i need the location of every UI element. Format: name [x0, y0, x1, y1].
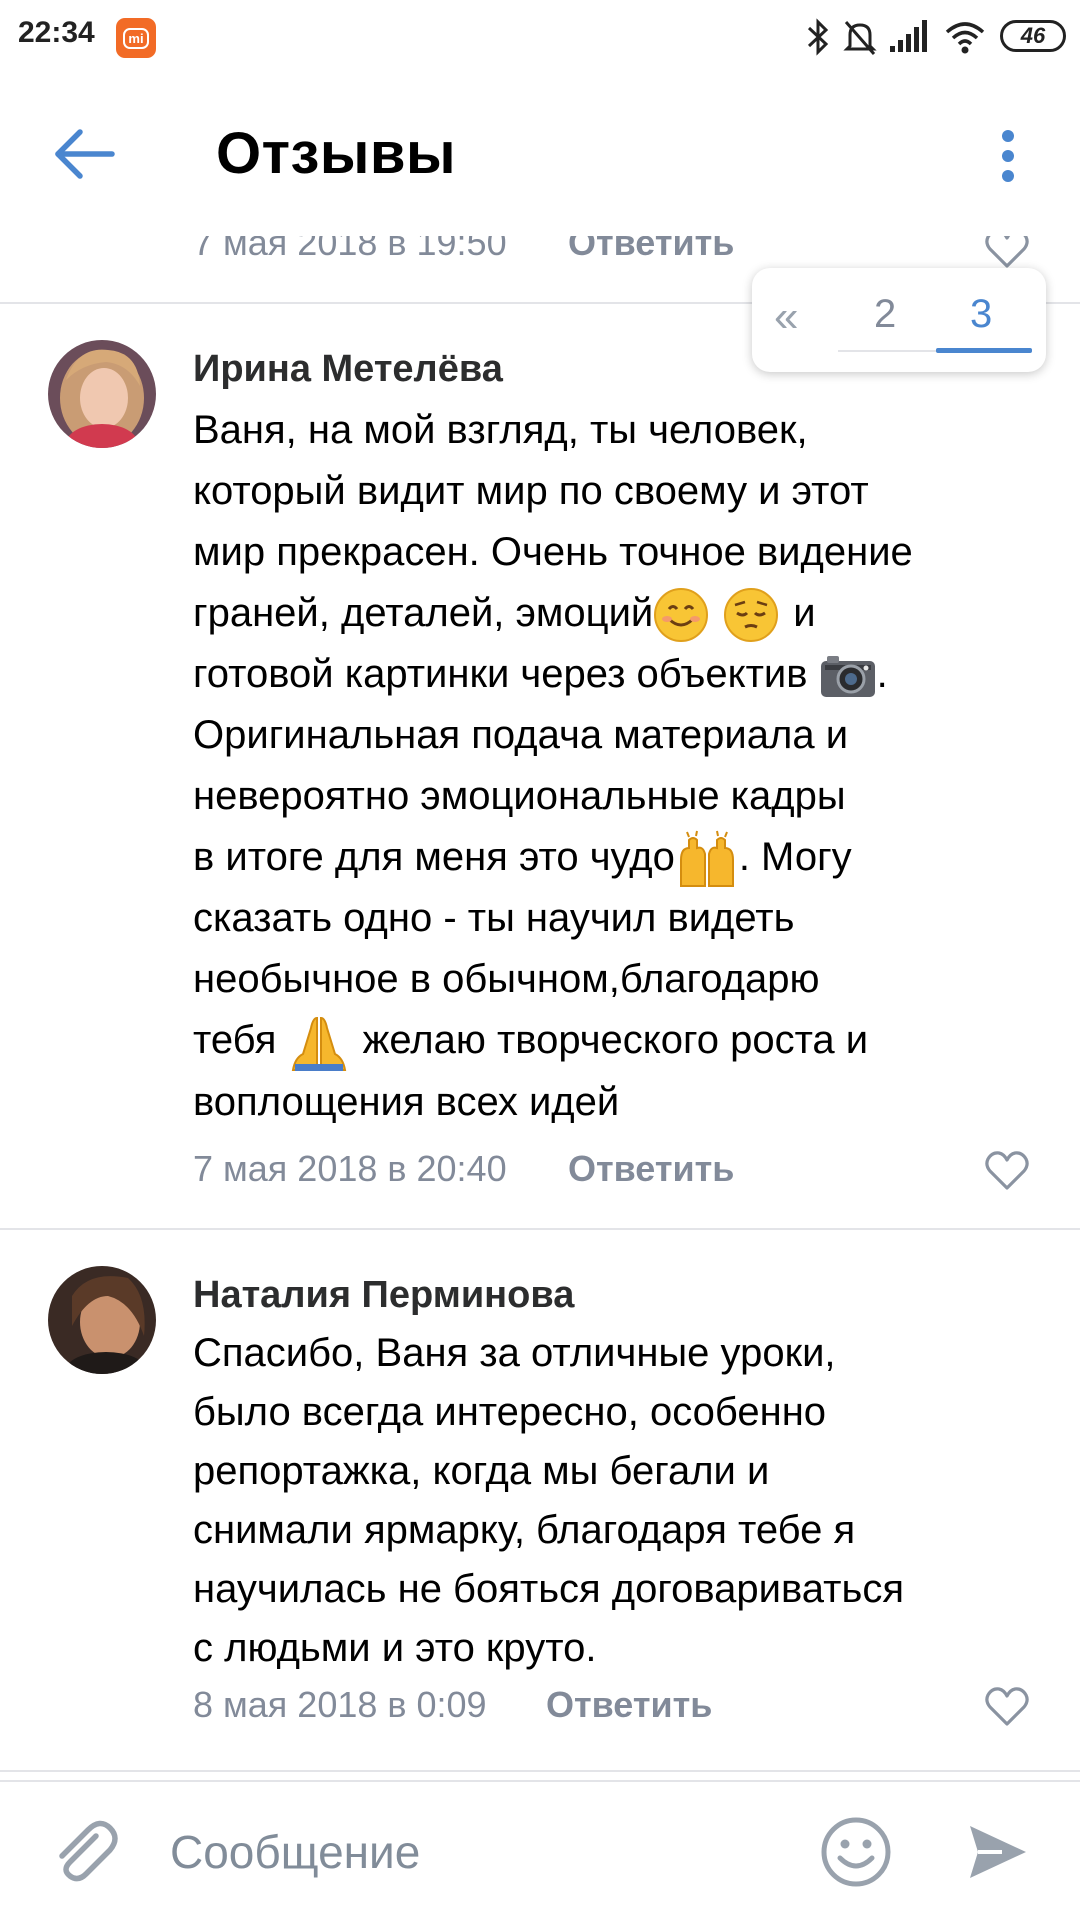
- avatar[interactable]: [48, 340, 156, 448]
- comments-pager: « 2 3: [752, 268, 1046, 372]
- comment-line: воплощения всех идей: [193, 1079, 620, 1124]
- alarm-off-icon: [843, 21, 877, 55]
- message-input[interactable]: [170, 1812, 790, 1892]
- comment-line: Спасибо, Ваня за отличные уроки,: [193, 1331, 836, 1375]
- pager-page-2[interactable]: 2: [874, 292, 896, 337]
- comment-line: Ваня, на мой взгляд, ты человек,: [193, 408, 808, 452]
- comment-line: мир прекрасен. Очень точное видение: [193, 530, 913, 574]
- like-heart-icon[interactable]: [984, 1150, 1030, 1192]
- comment-line: граней, деталей, эмоций: [193, 591, 654, 635]
- reply-button[interactable]: Ответить: [568, 1148, 734, 1190]
- pager-first-button[interactable]: «: [774, 292, 798, 342]
- comment-line: необычное в обычном,благодарю: [193, 957, 820, 1002]
- comment-fragment: . Могу: [738, 835, 852, 879]
- smiley-icon[interactable]: [820, 1816, 892, 1888]
- signal-icon: [890, 20, 927, 52]
- comment-line: тебя: [193, 1018, 277, 1063]
- pensive-face-emoji: [724, 588, 779, 643]
- avatar-photo: [48, 1266, 156, 1374]
- app-header: Отзывы: [0, 76, 1080, 236]
- comment-line: готовой картинки через объектив: [193, 652, 808, 696]
- comment-line: снимали ярмарку, благодаря тебе я: [193, 1508, 856, 1552]
- send-icon[interactable]: [966, 1820, 1030, 1884]
- comment-date: 8 мая 2018 в 0:09: [193, 1684, 487, 1725]
- smiling-face-emoji: [654, 588, 709, 643]
- paperclip-icon[interactable]: [50, 1818, 120, 1888]
- comment-fragment: желаю творческого роста и: [362, 1018, 869, 1063]
- camera-emoji: [820, 656, 875, 698]
- xiaomi-app-icon: mi: [116, 18, 156, 58]
- comment-date: 7 мая 2018 в 20:40: [193, 1148, 507, 1189]
- pager-active-indicator: [936, 348, 1032, 353]
- message-composer: [0, 1780, 1080, 1920]
- comment-line: Оригинальная подача материала и: [193, 713, 849, 757]
- avatar-photo: [48, 340, 156, 448]
- comment-line-with-emoji: в итоге для меня это чудо . Могу: [193, 827, 1053, 888]
- comment-line: научилась не бояться договариваться: [193, 1567, 904, 1611]
- like-heart-icon[interactable]: [984, 1686, 1030, 1728]
- wifi-icon: [945, 22, 985, 54]
- app-badge-label: mi: [123, 27, 149, 49]
- comment-line: с людьми и это круто.: [193, 1626, 597, 1670]
- reply-button[interactable]: Ответить: [546, 1684, 712, 1726]
- status-bar: 22:34 mi 46: [0, 0, 1080, 76]
- comment-line-with-emoji: тебя желаю творческого роста и: [193, 1010, 1053, 1071]
- back-arrow-icon[interactable]: [50, 124, 120, 184]
- comment-line: который видит мир по своему и этот: [193, 469, 869, 513]
- raising-hands-emoji: [679, 831, 734, 888]
- pager-page-3[interactable]: 3: [970, 292, 992, 337]
- comment-line: в итоге для меня это чудо: [193, 835, 675, 879]
- comment-author[interactable]: Ирина Метелёва: [193, 348, 503, 391]
- comment-text: Спасибо, Ваня за отличные уроки, было вс…: [193, 1324, 1053, 1678]
- more-vertical-icon[interactable]: [990, 126, 1026, 186]
- comment-line: репортажка, когда мы бегали и: [193, 1449, 770, 1493]
- comment-divider: [0, 1770, 1080, 1772]
- folded-hands-emoji: [292, 1016, 347, 1071]
- comment-divider: [0, 1228, 1080, 1230]
- comment-line: сказать одно - ты научил видеть: [193, 896, 795, 941]
- page-title: Отзывы: [216, 121, 457, 186]
- comment-line-with-emoji: граней, деталей, эмоций и: [193, 583, 1053, 644]
- status-time: 22:34: [18, 16, 95, 49]
- comment-text: Ваня, на мой взгляд, ты человек, который…: [193, 400, 1053, 1133]
- bluetooth-icon: [807, 18, 829, 56]
- comment-line: невероятно эмоциональные кадры: [193, 774, 846, 818]
- avatar[interactable]: [48, 1266, 156, 1374]
- comment-fragment: и: [793, 591, 816, 635]
- comment-line: было всегда интересно, особенно: [193, 1390, 827, 1434]
- pager-underline: [838, 350, 938, 352]
- comment-line-with-emoji: готовой картинки через объектив .: [193, 644, 1053, 705]
- comment-author[interactable]: Наталия Перминова: [193, 1274, 574, 1317]
- battery-icon: 46: [1000, 20, 1066, 52]
- comment-fragment: .: [876, 652, 888, 696]
